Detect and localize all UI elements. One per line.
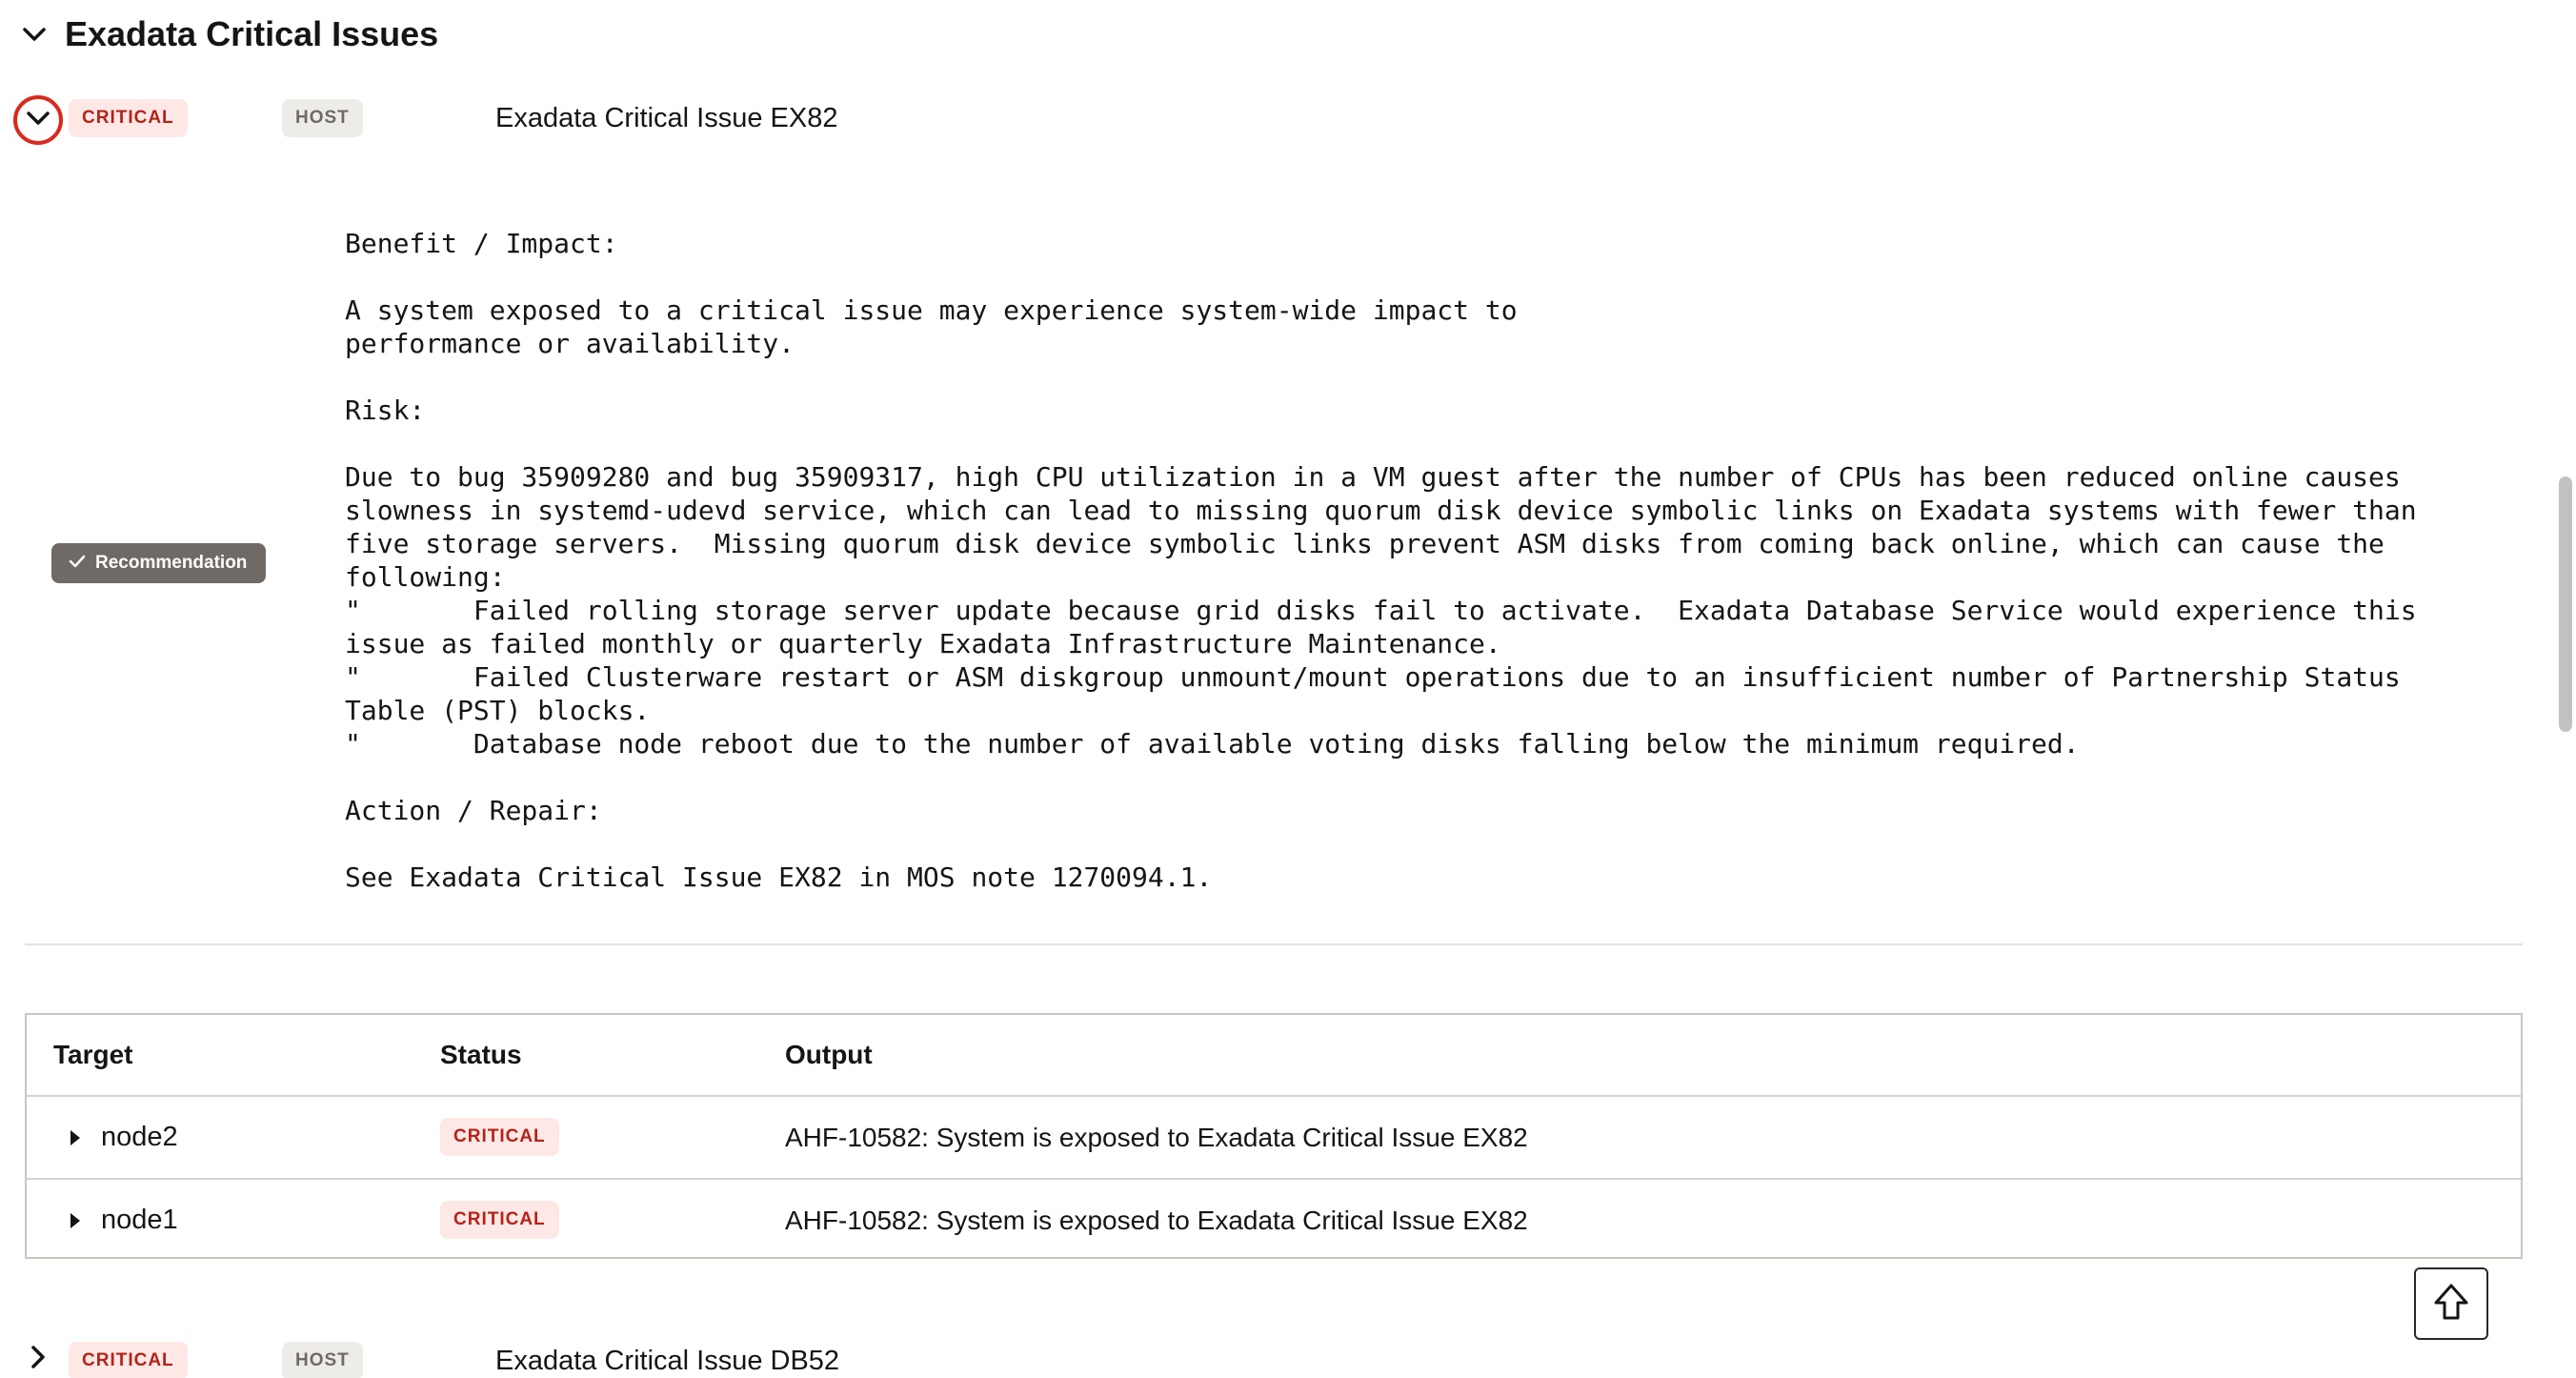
target-cell: node2 xyxy=(101,1122,178,1152)
recommendation-badge: Recommendation xyxy=(51,543,267,583)
output-cell: AHF-10582: System is exposed to Exadata … xyxy=(785,1123,1528,1152)
chevron-right-icon xyxy=(30,1345,47,1374)
column-header-output: Output xyxy=(785,1040,873,1069)
section-header[interactable]: Exadata Critical Issues xyxy=(21,10,438,59)
chevron-down-icon xyxy=(26,110,50,132)
status-cell: CRITICAL xyxy=(440,1201,559,1239)
scope-badge: HOST xyxy=(282,99,363,137)
issue-row: CRITICAL HOST Exadata Critical Issue EX8… xyxy=(0,86,2534,152)
table-row: node1 CRITICAL AHF-10582: System is expo… xyxy=(27,1178,2521,1261)
scroll-to-top-button[interactable] xyxy=(2414,1267,2488,1340)
column-header-target: Target xyxy=(53,1040,133,1069)
divider xyxy=(25,943,2523,945)
scope-badge: HOST xyxy=(282,1342,363,1378)
column-header-status: Status xyxy=(440,1040,522,1069)
results-table: Target Status Output node2 CRITICAL AHF-… xyxy=(25,1013,2523,1259)
severity-badge: CRITICAL xyxy=(69,1342,188,1378)
issue-row: CRITICAL HOST Exadata Critical Issue DB5… xyxy=(0,1334,2534,1378)
scrollbar[interactable] xyxy=(2555,0,2576,1378)
caret-right-icon[interactable] xyxy=(69,1211,82,1230)
table-row: node2 CRITICAL AHF-10582: System is expo… xyxy=(27,1097,2521,1178)
issue-expand-button[interactable] xyxy=(13,1334,63,1378)
status-badge: CRITICAL xyxy=(440,1201,559,1239)
issue-collapse-button[interactable] xyxy=(13,95,63,145)
check-icon xyxy=(69,553,86,574)
chevron-down-icon[interactable] xyxy=(21,25,48,44)
page: Exadata Critical Issues CRITICAL HOST Ex… xyxy=(0,0,2576,1378)
status-cell: CRITICAL xyxy=(440,1118,559,1156)
arrow-up-icon xyxy=(2432,1282,2470,1327)
scrollbar-thumb[interactable] xyxy=(2559,476,2572,732)
severity-badge: CRITICAL xyxy=(69,99,188,137)
caret-right-icon[interactable] xyxy=(69,1128,82,1147)
recommendation-label: Recommendation xyxy=(95,553,248,573)
target-cell: node1 xyxy=(101,1205,178,1235)
issue-title[interactable]: Exadata Critical Issue DB52 xyxy=(495,1342,839,1378)
table-header: Target Status Output xyxy=(27,1015,2521,1097)
section-title: Exadata Critical Issues xyxy=(65,14,439,53)
status-badge: CRITICAL xyxy=(440,1118,559,1156)
issue-title[interactable]: Exadata Critical Issue EX82 xyxy=(495,99,837,137)
recommendation-text: Benefit / Impact: A system exposed to a … xyxy=(345,228,2417,893)
output-cell: AHF-10582: System is exposed to Exadata … xyxy=(785,1206,1528,1235)
